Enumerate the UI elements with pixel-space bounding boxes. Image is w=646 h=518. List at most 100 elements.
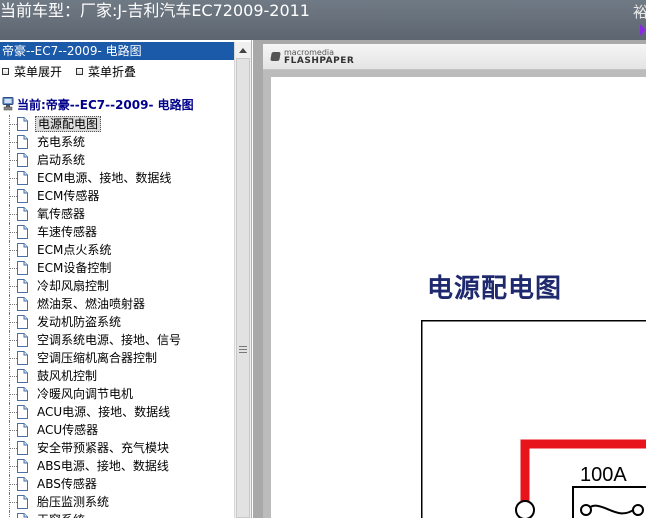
tree-item-label: 燃油泵、燃油喷射器: [37, 297, 146, 311]
tree-item-label: ACU传感器: [37, 423, 99, 437]
document-icon: [17, 423, 28, 437]
tree-item[interactable]: ABS电源、接地、数据线: [0, 457, 234, 475]
collapse-icon: [76, 68, 83, 75]
tree-branch: [9, 394, 17, 395]
tree-branch: [9, 268, 17, 269]
document-icon: [17, 117, 28, 131]
document-icon: [17, 243, 28, 257]
document-icon: [17, 189, 28, 203]
tree-item-label: 电源配电图: [35, 116, 102, 132]
tree-scrollbar[interactable]: [234, 42, 251, 518]
tree-item[interactable]: 安全带预紧器、充气模块: [0, 439, 234, 457]
tree-item-label: 冷却风扇控制: [37, 279, 110, 293]
tree-branch: [9, 430, 17, 431]
document-icon: [17, 477, 28, 491]
scrollbar-thumb[interactable]: [236, 58, 250, 518]
scrollbar-grip-icon: [239, 346, 247, 355]
document-icon: [17, 513, 28, 518]
document-icon: [17, 405, 28, 419]
tree-item[interactable]: 氧传感器: [0, 205, 234, 223]
tree-item-label: 空调系统电源、接地、信号: [37, 333, 182, 347]
tree-item-label: 安全带预紧器、充气模块: [37, 441, 170, 455]
document-icon: [17, 315, 28, 329]
page-title: 电源配电图: [427, 274, 563, 304]
tree-item[interactable]: 燃油泵、燃油喷射器: [0, 295, 234, 313]
tree-item[interactable]: 冷却风扇控制: [0, 277, 234, 295]
document-viewer: macromedia FLASHPAPER 电源配电图 100A: [253, 40, 646, 518]
tree-item[interactable]: ACU电源、接地、数据线: [0, 403, 234, 421]
tree-root[interactable]: 当前:帝豪--EC7--2009- 电路图: [2, 97, 194, 113]
tree-branch: [9, 502, 17, 503]
corner-arrow-icon[interactable]: [640, 24, 646, 36]
tree-item[interactable]: 冷暖风向调节电机: [0, 385, 234, 403]
tree-item[interactable]: ECM点火系统: [0, 241, 234, 259]
computer-icon: [2, 97, 14, 111]
tree-item-label: 车速传感器: [37, 225, 98, 239]
viewer-toolbar: macromedia FLASHPAPER: [263, 44, 646, 70]
tree-item-label: 空调压缩机离合器控制: [37, 351, 158, 365]
tree-branch: [9, 358, 17, 359]
tree-panel: 帝豪--EC7--2009- 电路图 菜单展开 菜单折叠 当前:帝豪--EC7-…: [0, 40, 252, 518]
document-icon: [17, 333, 28, 347]
tree-branch: [9, 412, 17, 413]
tree-branch: [9, 160, 17, 161]
document-icon: [17, 351, 28, 365]
tree-item[interactable]: ABS传感器: [0, 475, 234, 493]
tree-item[interactable]: 空调压缩机离合器控制: [0, 349, 234, 367]
tree-item[interactable]: ACU传感器: [0, 421, 234, 439]
tree-item-label: 冷暖风向调节电机: [37, 387, 134, 401]
tree-item[interactable]: 胎压监测系统: [0, 493, 234, 511]
tree-item[interactable]: 车速传感器: [0, 223, 234, 241]
tree-item[interactable]: 鼓风机控制: [0, 367, 234, 385]
page-area[interactable]: 电源配电图 100A: [263, 70, 646, 518]
tree-item-label: ECM设备控制: [37, 261, 112, 275]
tree-item[interactable]: ECM设备控制: [0, 259, 234, 277]
tree-item[interactable]: 空调系统电源、接地、信号: [0, 331, 234, 349]
tree-branch: [9, 484, 17, 485]
logo-big-text: FLASHPAPER: [284, 56, 355, 66]
tree-branch: [9, 286, 17, 287]
tree-item[interactable]: 启动系统: [0, 151, 234, 169]
tree-item-label: 鼓风机控制: [37, 369, 98, 383]
document-icon: [17, 387, 28, 401]
fuse-label: 100A: [580, 464, 627, 486]
tree-branch: [9, 466, 17, 467]
tree-branch: [9, 142, 17, 143]
window-title: 当前车型：厂家:J-吉利汽车EC72009-2011: [0, 1, 310, 20]
tree-branch: [9, 124, 17, 125]
document-icon: [17, 171, 28, 185]
tree-item[interactable]: 发动机防盗系统: [0, 313, 234, 331]
tree-item-label: ACU电源、接地、数据线: [37, 405, 171, 419]
tree-item-label: 发动机防盗系统: [37, 315, 122, 329]
document-icon: [17, 207, 28, 221]
tree-item-label: ECM电源、接地、数据线: [37, 171, 172, 185]
document-icon: [17, 441, 28, 455]
tree-branch: [9, 196, 17, 197]
document-icon: [17, 261, 28, 275]
tree-branch: [9, 448, 17, 449]
tree-item[interactable]: ECM电源、接地、数据线: [0, 169, 234, 187]
macromedia-logo-icon: [270, 52, 281, 61]
tree-item[interactable]: ECM传感器: [0, 187, 234, 205]
expand-menu-button[interactable]: 菜单展开: [2, 64, 62, 80]
tree-item-label: ECM点火系统: [37, 243, 112, 257]
document-icon: [17, 369, 28, 383]
tree-item[interactable]: 电源配电图: [0, 115, 234, 133]
document-icon: [17, 297, 28, 311]
collapse-menu-button[interactable]: 菜单折叠: [76, 64, 136, 80]
tree-item[interactable]: 充电系统: [0, 133, 234, 151]
tree-item[interactable]: 天窗系统: [0, 511, 234, 518]
tree-item-label: 胎压监测系统: [37, 495, 110, 509]
fuse-terminal-left: [580, 504, 592, 516]
title-bar: 当前车型：厂家:J-吉利汽车EC72009-2011 裕: [0, 0, 646, 40]
tree-connector: [9, 511, 10, 518]
tree-item-label: 天窗系统: [35, 512, 87, 518]
document-page: 电源配电图 100A: [271, 77, 646, 518]
scroll-up-icon[interactable]: [239, 48, 247, 53]
tree-branch: [9, 214, 17, 215]
tree-root-label: 当前:帝豪--EC7--2009- 电路图: [17, 98, 194, 112]
tree-item-label: 启动系统: [37, 153, 86, 167]
tree-branch: [9, 232, 17, 233]
wire-terminal: [515, 500, 535, 518]
tree-branch: [9, 340, 17, 341]
